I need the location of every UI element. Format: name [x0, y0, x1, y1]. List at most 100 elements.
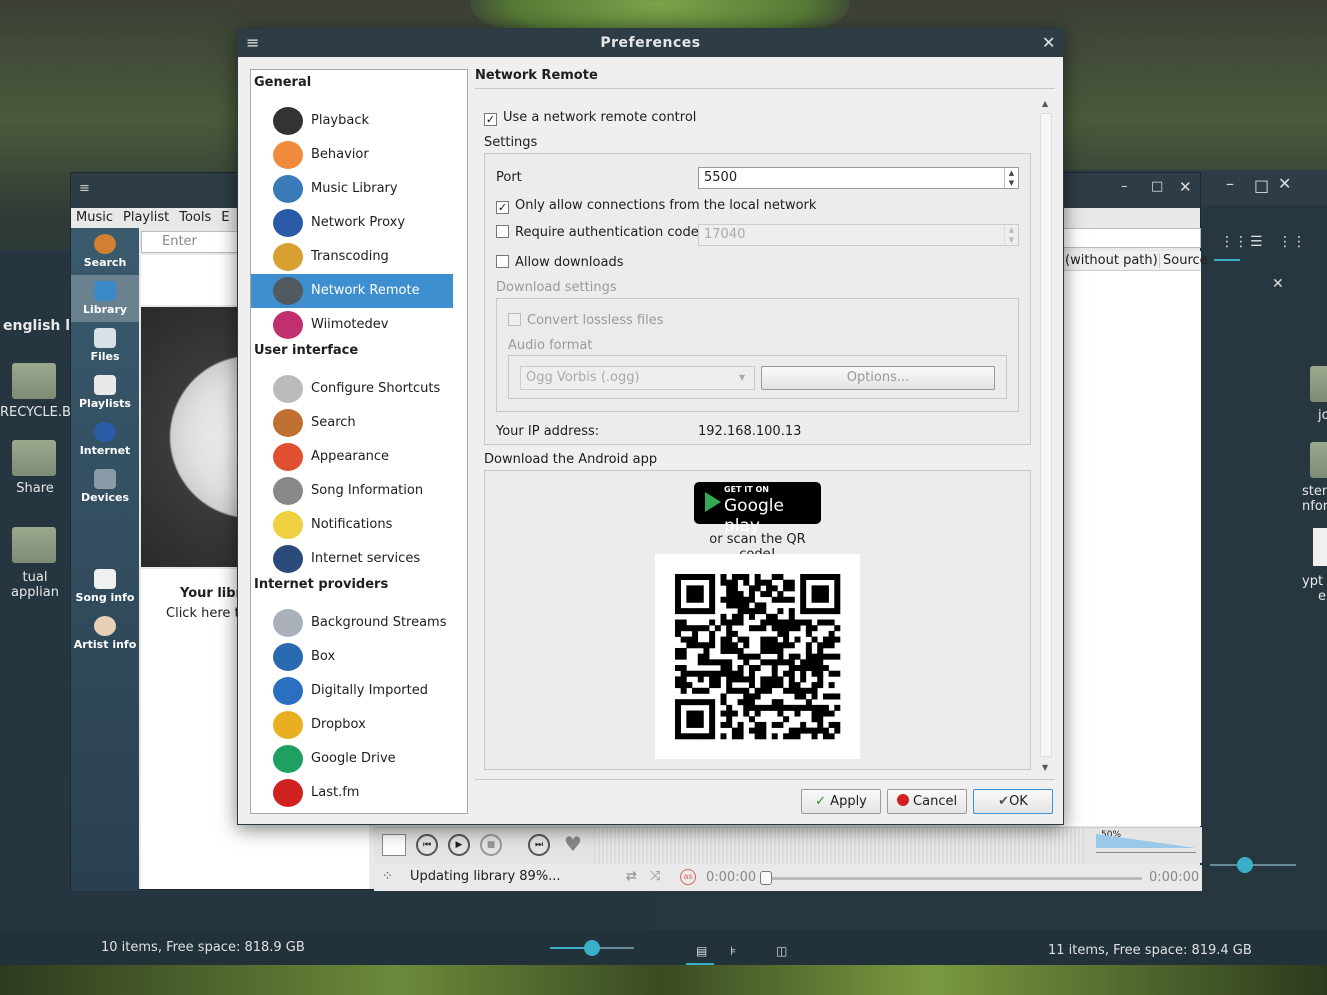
file-icon[interactable]: [1313, 528, 1327, 566]
category-item-dropbox[interactable]: Dropbox: [251, 708, 453, 742]
scroll-down-icon[interactable]: ▼: [1042, 763, 1048, 772]
page-scrollbar[interactable]: ▲ ▼: [1040, 99, 1052, 775]
category-item-song-information[interactable]: Song Information: [251, 474, 453, 508]
checkbox-unchecked[interactable]: [508, 313, 521, 326]
category-item-digitally-imported[interactable]: Digitally Imported: [251, 674, 453, 708]
sidebar-internet[interactable]: Internet: [71, 416, 139, 463]
category-item-internet-services[interactable]: Internet services: [251, 542, 453, 576]
cancel-button[interactable]: Cancel: [887, 789, 967, 814]
category-scrollbar[interactable]: ▲ ▼: [467, 70, 468, 813]
category-item-wiimotedev[interactable]: Wiimotedev: [251, 308, 453, 342]
category-item-google-drive[interactable]: Google Drive: [251, 742, 453, 776]
panel-icon[interactable]: ◫: [776, 944, 787, 958]
category-item-notifications[interactable]: Notifications: [251, 508, 453, 542]
lastfm-scrobble-icon[interactable]: as: [680, 869, 696, 885]
sidebar-search[interactable]: Search: [71, 228, 139, 275]
scrollbar-thumb[interactable]: [1040, 113, 1052, 757]
menu-icon[interactable]: ≡: [246, 29, 260, 57]
local-only-checkbox[interactable]: ✓ Only allow connections from the local n…: [496, 198, 816, 214]
category-item-playback[interactable]: Playback: [251, 104, 453, 138]
ok-button[interactable]: ✔OK: [973, 789, 1053, 814]
category-item-network-remote[interactable]: Network Remote: [251, 274, 453, 308]
love-icon[interactable]: ♥: [564, 832, 582, 856]
folder-icon[interactable]: [1310, 442, 1327, 478]
qr-module: [828, 721, 835, 728]
auth-code-input[interactable]: 17040: [698, 224, 1019, 246]
zoom-slider-handle[interactable]: [1237, 857, 1253, 873]
column-header[interactable]: Source: [1159, 253, 1208, 268]
folder-icon[interactable]: [12, 440, 56, 476]
scroll-up-icon[interactable]: ▲: [1042, 99, 1048, 108]
maximize-icon[interactable]: □: [1151, 179, 1163, 194]
playlist-clear-icon[interactable]: [382, 834, 406, 856]
volume-slider[interactable]: [1096, 852, 1196, 853]
category-item-behavior[interactable]: Behavior: [251, 138, 453, 172]
category-item-box[interactable]: Box: [251, 640, 453, 674]
qr-module: [834, 693, 841, 700]
sidebar-song-info[interactable]: Song info: [71, 563, 139, 610]
seek-handle[interactable]: [760, 871, 772, 885]
repeat-icon[interactable]: ⇄: [626, 869, 637, 884]
downloads-checkbox[interactable]: Allow downloads: [496, 255, 623, 270]
category-item-appearance[interactable]: Appearance: [251, 440, 453, 474]
tree-view-icon[interactable]: ⊧: [730, 944, 736, 958]
close-tab-icon[interactable]: ✕: [1272, 276, 1284, 292]
sidebar-files[interactable]: Files: [71, 322, 139, 369]
category-item-background-streams[interactable]: Background Streams: [251, 606, 453, 640]
auth-stepper[interactable]: ▲ ▼: [1004, 225, 1018, 245]
previous-icon[interactable]: ⏮: [416, 834, 438, 856]
menu-playlist[interactable]: Playlist: [118, 208, 174, 228]
category-item-configure-shortcuts[interactable]: Configure Shortcuts: [251, 372, 453, 406]
category-item-network-proxy[interactable]: Network Proxy: [251, 206, 453, 240]
category-item-transcoding[interactable]: Transcoding: [251, 240, 453, 274]
filter-input[interactable]: [1061, 228, 1201, 248]
menu-icon[interactable]: ≡: [79, 181, 90, 196]
port-input[interactable]: 5500: [698, 167, 1019, 189]
folder-icon[interactable]: [12, 527, 56, 563]
close-icon[interactable]: ✕: [1042, 29, 1056, 57]
menu-tools[interactable]: Tools: [174, 208, 216, 228]
sidebar-artist-info[interactable]: Artist info: [71, 610, 139, 657]
zoom-slider-handle[interactable]: [584, 940, 600, 956]
checkbox-unchecked[interactable]: [496, 255, 509, 268]
seek-slider[interactable]: [762, 877, 1142, 880]
checkbox-checked[interactable]: ✓: [496, 201, 509, 214]
menu-music[interactable]: Music: [71, 208, 118, 228]
grid-view-icon[interactable]: ⋮⋮: [1220, 234, 1248, 250]
search-input[interactable]: Enter search: [141, 231, 239, 269]
google-play-badge[interactable]: GET IT ON Google play: [694, 482, 821, 536]
list-view-icon[interactable]: ☰: [1250, 234, 1263, 250]
folder-view-icon[interactable]: ▤: [696, 944, 707, 958]
play-icon[interactable]: ▶: [448, 834, 470, 856]
stop-icon[interactable]: ■: [480, 834, 502, 856]
port-stepper[interactable]: ▲ ▼: [1004, 168, 1018, 188]
next-icon[interactable]: ⏭: [528, 834, 550, 856]
menu-extras[interactable]: E: [216, 208, 234, 228]
zoom-slider-right[interactable]: [1210, 864, 1296, 866]
checkbox-unchecked[interactable]: [496, 225, 509, 238]
category-item-last-fm[interactable]: Last.fm: [251, 776, 453, 810]
folder-icon[interactable]: [12, 363, 56, 399]
auth-checkbox[interactable]: Require authentication code: [496, 225, 699, 240]
sidebar-library[interactable]: Library: [71, 275, 139, 322]
close-icon[interactable]: ✕: [1278, 174, 1291, 193]
library-empty-link[interactable]: Click here to: [166, 606, 248, 621]
use-remote-checkbox[interactable]: ✓ Use a network remote control: [484, 110, 696, 126]
convert-checkbox[interactable]: Convert lossless files: [508, 313, 664, 328]
category-item-music-library[interactable]: Music Library: [251, 172, 453, 206]
apply-button[interactable]: ✓ Apply: [801, 789, 881, 814]
minimize-icon[interactable]: –: [1121, 179, 1128, 194]
sidebar-playlists[interactable]: Playlists: [71, 369, 139, 416]
column-header[interactable]: (without path): [1065, 253, 1158, 268]
close-icon[interactable]: ✕: [1179, 178, 1192, 196]
detail-view-icon[interactable]: ⋮⋮: [1278, 234, 1306, 250]
checkbox-checked[interactable]: ✓: [484, 113, 497, 126]
sidebar-devices[interactable]: Devices: [71, 463, 139, 510]
maximize-icon[interactable]: □: [1254, 176, 1269, 195]
folder-icon[interactable]: [1310, 366, 1327, 402]
audio-format-select[interactable]: Ogg Vorbis (.ogg) ▼: [520, 366, 755, 390]
options-button[interactable]: Options...: [761, 366, 995, 390]
category-item-search[interactable]: Search: [251, 406, 453, 440]
minimize-icon[interactable]: –: [1226, 174, 1234, 193]
shuffle-icon[interactable]: ⤨: [650, 869, 660, 884]
